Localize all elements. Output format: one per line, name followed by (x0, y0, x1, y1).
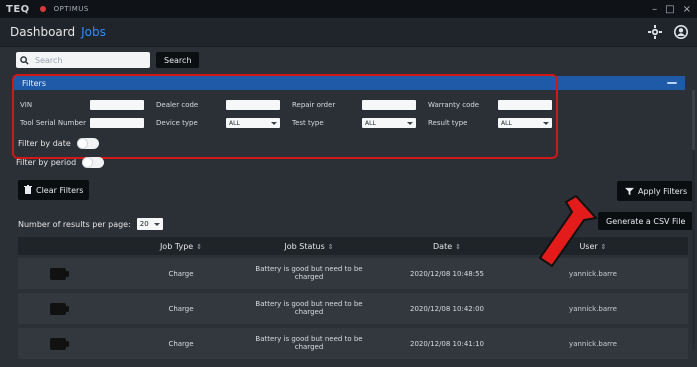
window-titlebar: TEQ OPTIMUS – □ × (0, 0, 697, 18)
job-type-cell: Charge (168, 304, 194, 313)
repair-order-input[interactable] (362, 100, 416, 110)
scrollbar-thumb[interactable] (692, 90, 695, 150)
job-status-cell: Battery is good but need to be charged (255, 264, 363, 281)
filter-by-period-row: Filter by period (16, 157, 105, 168)
breadcrumb-dashboard[interactable]: Dashboard (10, 25, 75, 39)
chevron-down-icon (271, 121, 277, 125)
sort-icon: ⇕ (327, 242, 334, 251)
tool-serial-input[interactable] (90, 118, 144, 128)
col-job-status[interactable]: Job Status ⇕ (244, 242, 374, 251)
result-type-select[interactable]: ALL (498, 118, 552, 128)
brand-name: TEQ (6, 3, 30, 15)
job-date-cell: 2020/12/08 10:41:10 (409, 339, 484, 348)
breadcrumb: Dashboard Jobs (10, 25, 106, 39)
user-icon[interactable] (673, 24, 689, 40)
battery-icon (50, 337, 69, 350)
col-job-type[interactable]: Job Type ⇕ (136, 242, 226, 251)
repair-order-label: Repair order (292, 101, 336, 109)
top-navigation: Dashboard Jobs (0, 18, 697, 47)
job-user-cell: yannick.barre (569, 304, 617, 313)
warranty-code-label: Warranty code (428, 101, 480, 109)
test-type-select[interactable]: ALL (362, 118, 416, 128)
filter-by-period-label: Filter by period (16, 158, 77, 167)
dealer-code-input[interactable] (226, 100, 280, 110)
filter-by-date-row: Filter by date (18, 138, 99, 149)
window-controls: – □ × (652, 4, 691, 15)
device-type-label: Device type (156, 119, 198, 127)
col-date[interactable]: Date ⇕ (392, 242, 502, 251)
table-row[interactable]: Charge Battery is good but need to be ch… (18, 328, 688, 359)
results-per-page-label: Number of results per page: (18, 219, 131, 229)
device-type-select[interactable]: ALL (226, 118, 280, 128)
tool-serial-label: Tool Serial Number (20, 119, 86, 127)
test-type-label: Test type (292, 119, 324, 127)
warranty-code-input[interactable] (498, 100, 552, 110)
battery-icon (50, 267, 69, 280)
job-status-cell: Battery is good but need to be charged (255, 299, 363, 316)
red-arrow-annotation (538, 194, 598, 268)
maximize-button[interactable]: □ (665, 4, 674, 15)
job-type-cell: Charge (168, 339, 194, 348)
brand-dot-icon (39, 5, 46, 12)
vertical-scrollbar[interactable] (692, 90, 695, 350)
job-date-cell: 2020/12/08 10:48:55 (409, 269, 484, 278)
trash-icon (24, 185, 32, 194)
chevron-down-icon (407, 121, 413, 125)
search-row: Search Search (16, 52, 200, 68)
filter-by-date-label: Filter by date (18, 139, 71, 148)
job-status-cell: Battery is good but need to be charged (255, 334, 363, 351)
col-job-status-label: Job Status (284, 241, 325, 251)
sort-icon: ⇕ (196, 242, 203, 251)
breadcrumb-jobs[interactable]: Jobs (81, 25, 106, 39)
battery-icon (50, 302, 69, 315)
collapse-filters-icon[interactable] (667, 82, 677, 84)
brand-subtitle: OPTIMUS (53, 4, 89, 13)
search-input[interactable]: Search (16, 52, 150, 68)
job-user-cell: yannick.barre (569, 339, 617, 348)
vin-input[interactable] (90, 100, 144, 110)
job-type-cell: Charge (168, 269, 194, 278)
filter-icon (625, 187, 634, 195)
col-date-label: Date (433, 241, 453, 251)
search-icon (20, 55, 29, 65)
col-job-type-label: Job Type (159, 241, 194, 251)
close-button[interactable]: × (683, 4, 691, 15)
filters-row-1: VIN Dealer code Repair order Warranty co… (20, 100, 564, 110)
search-placeholder: Search (35, 55, 63, 65)
filter-by-date-toggle[interactable] (76, 138, 99, 149)
sort-icon: ⇕ (455, 242, 461, 251)
sort-icon: ⇕ (600, 242, 607, 251)
filters-row-2: Tool Serial Number Device type ALL Test … (20, 118, 564, 128)
test-type-value: ALL (365, 119, 376, 127)
job-icon (40, 258, 76, 289)
apply-filters-button[interactable]: Apply Filters (617, 181, 696, 201)
results-per-page-select[interactable]: 20 (136, 218, 163, 230)
device-type-value: ALL (229, 119, 240, 127)
clear-filters-button[interactable]: Clear Filters (18, 180, 90, 200)
result-type-value: ALL (501, 119, 512, 127)
app-brand: TEQ OPTIMUS (6, 4, 89, 15)
chevron-down-icon (153, 222, 160, 226)
clear-filters-label: Clear Filters (36, 185, 84, 195)
job-date-cell: 2020/12/08 10:42:00 (409, 304, 484, 313)
result-type-label: Result type (428, 119, 468, 127)
search-button[interactable]: Search (156, 52, 200, 68)
settings-icon[interactable] (647, 24, 663, 40)
top-icons (647, 24, 689, 40)
chevron-down-icon (543, 121, 549, 125)
job-icon (40, 328, 76, 359)
results-per-page: Number of results per page: 20 (18, 218, 163, 230)
results-per-page-value: 20 (139, 220, 149, 228)
dealer-code-label: Dealer code (156, 101, 199, 109)
minimize-button[interactable]: – (652, 4, 657, 15)
generate-csv-button[interactable]: Generate a CSV File (598, 212, 694, 230)
vin-label: VIN (20, 101, 33, 109)
job-icon (40, 293, 76, 324)
filter-by-period-toggle[interactable] (82, 157, 105, 168)
apply-filters-label: Apply Filters (638, 186, 688, 196)
table-row[interactable]: Charge Battery is good but need to be ch… (18, 293, 688, 324)
